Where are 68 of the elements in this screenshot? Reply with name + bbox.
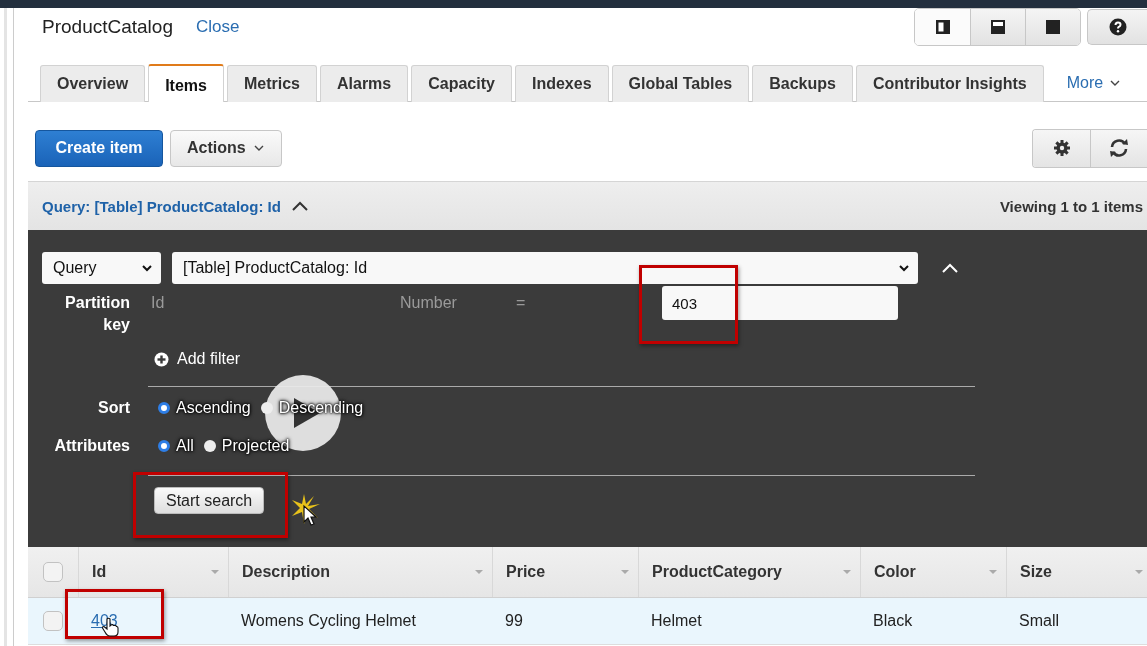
attributes-radio[interactable]: All	[158, 437, 194, 455]
refresh-button[interactable]	[1090, 129, 1147, 167]
caret-icon	[1109, 78, 1122, 87]
table-cell: Black	[873, 612, 913, 630]
start-search-button[interactable]: Start search	[154, 487, 265, 514]
settings-icon	[1052, 139, 1071, 157]
bottom-panel-button[interactable]	[970, 9, 1025, 45]
bottom-panel-icon	[989, 19, 1007, 35]
column-header[interactable]: Id	[79, 547, 229, 597]
add-filter-button[interactable]: Add filter	[148, 350, 241, 368]
sort-icon	[210, 569, 220, 575]
table-cell: Helmet	[651, 612, 702, 630]
caret-icon	[898, 264, 910, 272]
key-type: Number	[400, 293, 458, 313]
row-checkbox[interactable]	[43, 611, 63, 631]
sort-radio[interactable]: Ascending	[158, 399, 251, 417]
tab[interactable]: Global Tables	[611, 65, 750, 102]
tab[interactable]: Metrics	[226, 65, 317, 102]
select-all-checkbox[interactable]	[43, 562, 63, 582]
operator: =	[516, 293, 527, 313]
sort-icon	[842, 569, 852, 575]
field-label: Attributes	[53, 436, 130, 456]
full-panel-icon	[1044, 19, 1062, 35]
index-select[interactable]: [Table] ProductCatalog: Id	[172, 252, 918, 284]
sort-icon	[620, 569, 630, 575]
table-cell: Womens Cycling Helmet	[241, 612, 416, 630]
column-header[interactable]: Price	[493, 547, 639, 597]
field-label: Sort	[97, 398, 130, 418]
column-header[interactable]: Size	[1007, 547, 1147, 597]
tab[interactable]: Alarms	[320, 65, 409, 102]
caret-icon	[252, 144, 265, 152]
sort-icon	[988, 569, 998, 575]
operation-select[interactable]: Query	[42, 252, 161, 284]
tab[interactable]: Items	[148, 64, 224, 102]
plus-icon	[154, 351, 169, 367]
tab[interactable]: Overview	[40, 65, 146, 102]
column-header[interactable]: ProductCategory	[639, 547, 861, 597]
more-tab[interactable]: More	[1046, 64, 1122, 101]
left-panel-icon	[933, 19, 952, 35]
collapse-icon[interactable]	[290, 200, 309, 212]
table-cell: Small	[1019, 612, 1059, 630]
tab[interactable]: Backups	[752, 65, 853, 102]
sort-icon	[474, 569, 484, 575]
field-label: Partition key	[64, 293, 130, 335]
key-name: Id	[151, 293, 166, 313]
sort-icon	[1134, 569, 1144, 575]
help-button[interactable]	[1087, 9, 1147, 45]
column-header[interactable]: Description	[229, 547, 493, 597]
refresh-icon	[1108, 138, 1130, 158]
tab[interactable]: Contributor Insights	[855, 65, 1044, 102]
column-header[interactable]: Color	[861, 547, 1007, 597]
table-cell: 99	[505, 612, 523, 630]
left-panel-button[interactable]	[915, 9, 970, 45]
caret-icon	[141, 264, 153, 272]
attributes-radio[interactable]: Projected	[203, 437, 290, 455]
create-item-button[interactable]: Create item	[35, 129, 163, 167]
full-panel-button[interactable]	[1025, 9, 1080, 45]
actions-button[interactable]: Actions	[170, 129, 282, 167]
table-title: ProductCatalog	[42, 16, 173, 38]
tab[interactable]: Indexes	[514, 65, 609, 102]
query-title[interactable]: Query: [Table] ProductCatalog: Id	[42, 197, 281, 215]
item-count: Viewing 1 to 1 items	[999, 197, 1143, 215]
settings-button[interactable]	[1033, 129, 1090, 167]
tab[interactable]: Capacity	[411, 65, 512, 102]
help-icon	[1108, 18, 1127, 36]
collapse-icon[interactable]	[940, 262, 960, 274]
close-link[interactable]: Close	[195, 17, 240, 37]
partition-key-field[interactable]: 403	[662, 286, 898, 320]
